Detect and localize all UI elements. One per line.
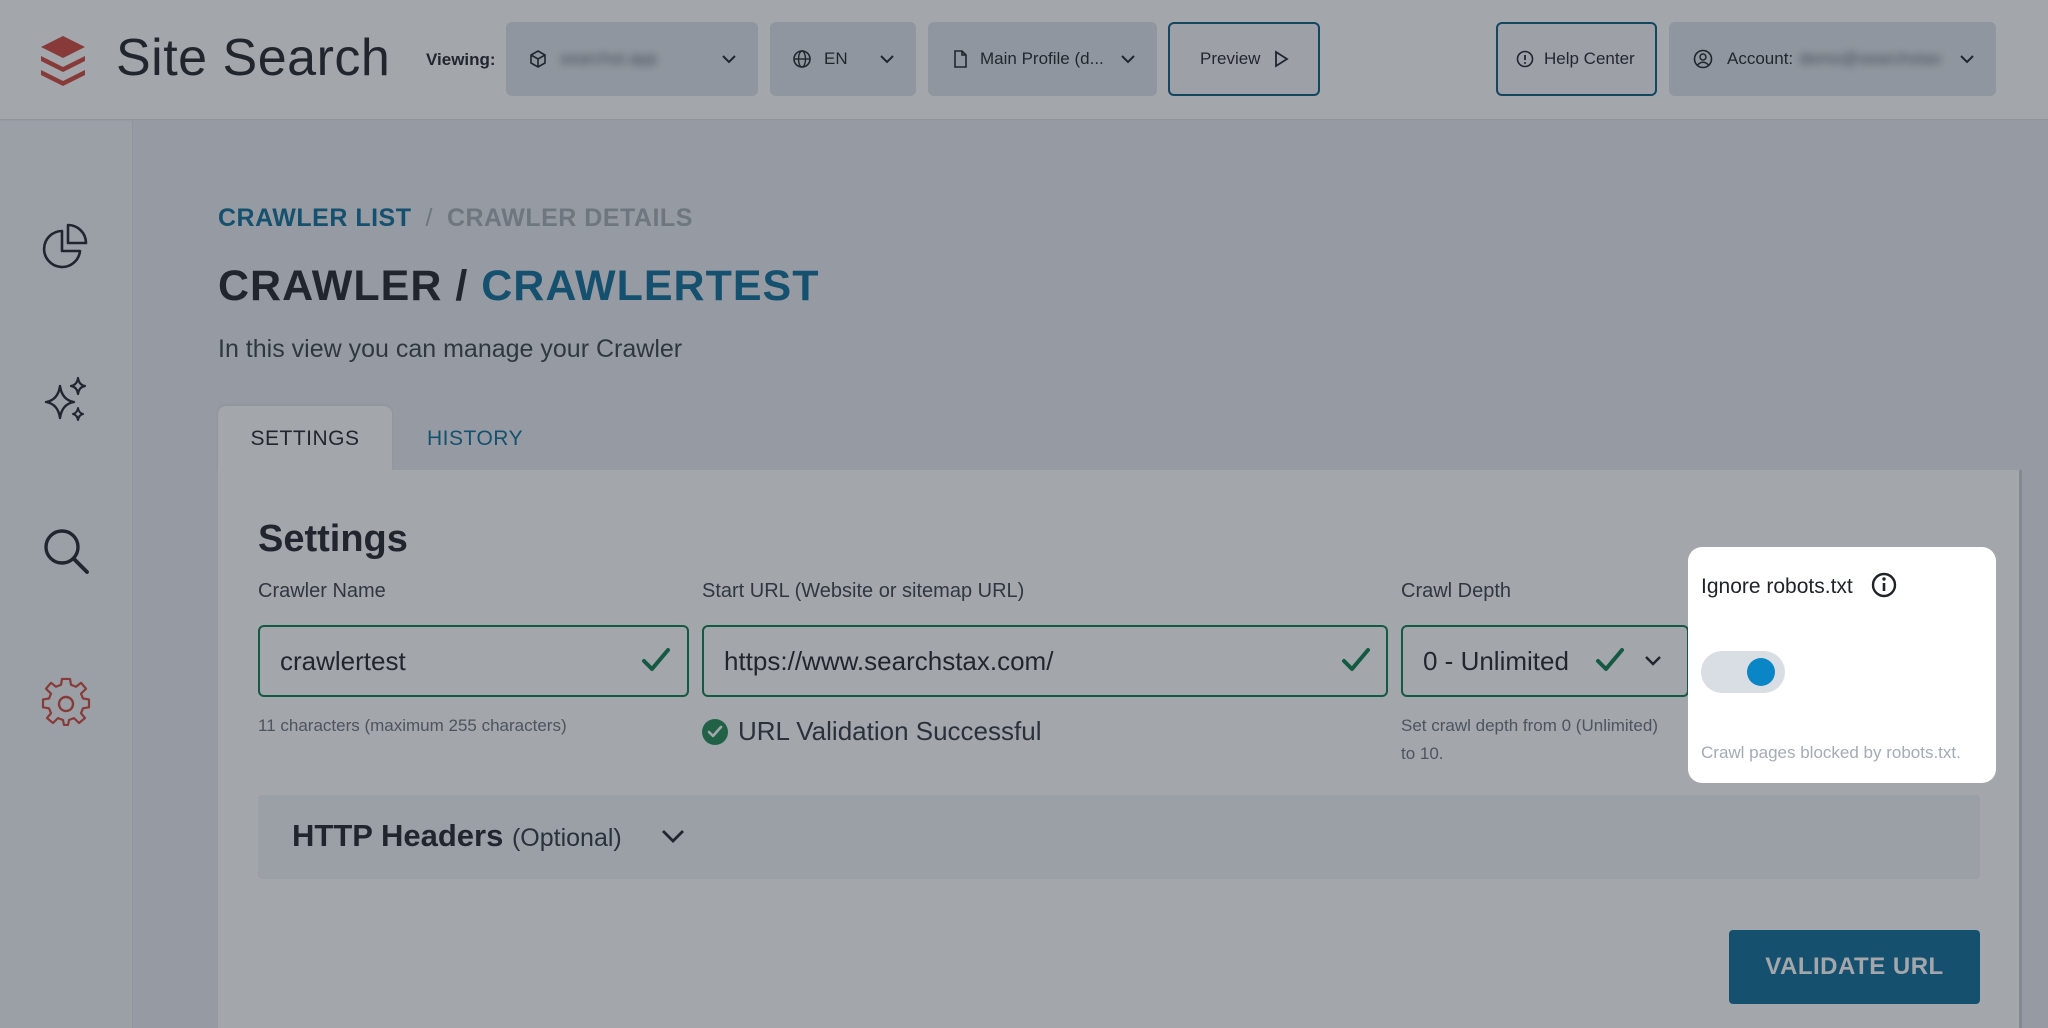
toggle-knob <box>1747 658 1775 686</box>
info-icon[interactable] <box>1870 571 1898 599</box>
ignore-robots-toggle[interactable] <box>1701 651 1785 693</box>
ignore-robots-popover: Ignore robots.txt Crawl pages blocked by… <box>1688 547 1996 783</box>
ignore-robots-label: Ignore robots.txt <box>1701 575 1853 598</box>
ignore-robots-hint: Crawl pages blocked by robots.txt. <box>1701 743 1961 762</box>
modal-overlay <box>0 0 2048 1028</box>
